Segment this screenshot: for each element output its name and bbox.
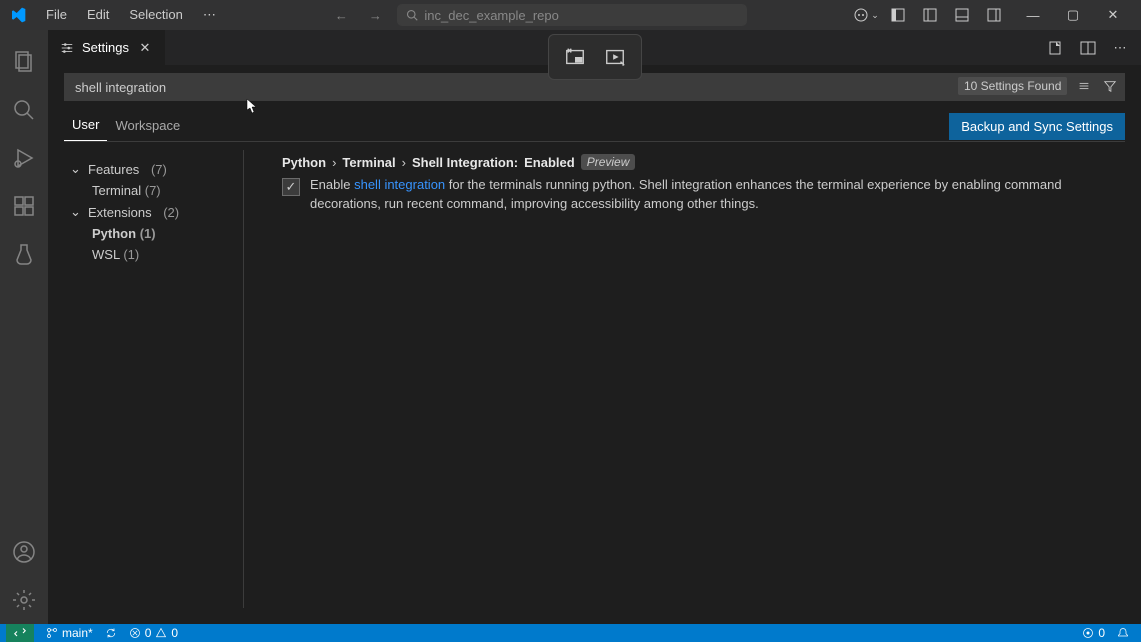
command-center-text: inc_dec_example_repo (424, 8, 558, 23)
menu-bar: File Edit Selection ⋯ (38, 3, 224, 27)
testing-icon[interactable] (0, 230, 48, 278)
chevron-down-icon: ⌄ (70, 161, 84, 177)
chevron-down-icon: ⌄ (70, 204, 84, 220)
layout-panel-right-icon[interactable] (981, 2, 1007, 28)
shell-integration-link[interactable]: shell integration (354, 177, 445, 192)
setting-description: Enable shell integration for the termina… (310, 176, 1115, 214)
toc-extensions[interactable]: ⌄ Extensions (2) (64, 201, 243, 223)
remote-indicator[interactable] (6, 624, 34, 642)
split-editor-icon[interactable] (1075, 35, 1101, 61)
copilot-icon[interactable]: ⌄ (853, 2, 879, 28)
layout-panel-bottom-icon[interactable] (949, 2, 975, 28)
preview-badge: Preview (581, 154, 636, 170)
window-maximize-icon[interactable]: ▢ (1053, 0, 1093, 30)
status-branch[interactable]: main* (40, 626, 99, 640)
extensions-icon[interactable] (0, 182, 48, 230)
status-ports[interactable]: 0 (1076, 626, 1111, 640)
menu-more[interactable]: ⋯ (195, 3, 224, 27)
vscode-logo-icon (8, 5, 28, 25)
settings-tab-icon (60, 41, 74, 55)
screencast-window-icon[interactable] (559, 41, 591, 73)
menu-edit[interactable]: Edit (79, 3, 117, 27)
layout-panel-left-icon[interactable] (917, 2, 943, 28)
scope-tab-workspace[interactable]: Workspace (107, 112, 188, 141)
menu-selection[interactable]: Selection (121, 3, 190, 27)
settings-list: Python› Terminal› Shell Integration: Ena… (244, 150, 1125, 608)
setting-python-shell-integration: Python› Terminal› Shell Integration: Ena… (274, 154, 1115, 214)
window-close-icon[interactable]: ✕ (1093, 0, 1133, 30)
title-bar: File Edit Selection ⋯ ← → inc_dec_exampl… (0, 0, 1141, 30)
accounts-icon[interactable] (0, 528, 48, 576)
open-settings-json-icon[interactable] (1043, 35, 1069, 61)
search-icon (406, 9, 418, 21)
tab-label: Settings (82, 40, 129, 55)
scope-tab-user[interactable]: User (64, 111, 107, 141)
toc-python[interactable]: Python (1) (64, 223, 243, 244)
menu-file[interactable]: File (38, 3, 75, 27)
editor-area: Settings ✕ ⋯ 10 Settings Found (48, 30, 1141, 624)
status-problems[interactable]: 0 0 (123, 626, 184, 640)
toc-wsl[interactable]: WSL (1) (64, 244, 243, 265)
tab-close-icon[interactable]: ✕ (137, 40, 153, 56)
setting-header: Python› Terminal› Shell Integration: Ena… (282, 154, 1115, 170)
filter-icon[interactable] (1099, 75, 1121, 97)
tab-settings[interactable]: Settings ✕ (48, 30, 166, 65)
window-minimize-icon[interactable]: — (1013, 0, 1053, 30)
backup-sync-button[interactable]: Backup and Sync Settings (949, 113, 1125, 140)
settings-gear-icon[interactable] (0, 576, 48, 624)
clear-search-icon[interactable] (1073, 75, 1095, 97)
settings-toc: ⌄ Features (7) Terminal (7) ⌄ Extensions… (64, 150, 244, 608)
screencast-toolbar (548, 34, 642, 80)
status-bar: main* 0 0 0 (0, 624, 1141, 642)
toc-terminal[interactable]: Terminal (7) (64, 180, 243, 201)
search-activity-icon[interactable] (0, 86, 48, 134)
settings-found-badge: 10 Settings Found (958, 77, 1067, 95)
toc-features[interactable]: ⌄ Features (7) (64, 158, 243, 180)
layout-toggle-icon[interactable] (885, 2, 911, 28)
more-actions-icon[interactable]: ⋯ (1107, 35, 1133, 61)
run-debug-icon[interactable] (0, 134, 48, 182)
screencast-run-icon[interactable] (599, 41, 631, 73)
settings-editor: 10 Settings Found User Workspace Backup … (48, 65, 1141, 624)
nav-forward-icon[interactable]: → (363, 8, 387, 23)
explorer-icon[interactable] (0, 38, 48, 86)
status-notifications-icon[interactable] (1111, 627, 1135, 639)
nav-back-icon[interactable]: ← (329, 8, 353, 23)
setting-checkbox[interactable] (282, 178, 300, 196)
activity-bar (0, 30, 48, 624)
status-sync[interactable] (99, 627, 123, 639)
command-center-search[interactable]: inc_dec_example_repo (397, 4, 747, 26)
